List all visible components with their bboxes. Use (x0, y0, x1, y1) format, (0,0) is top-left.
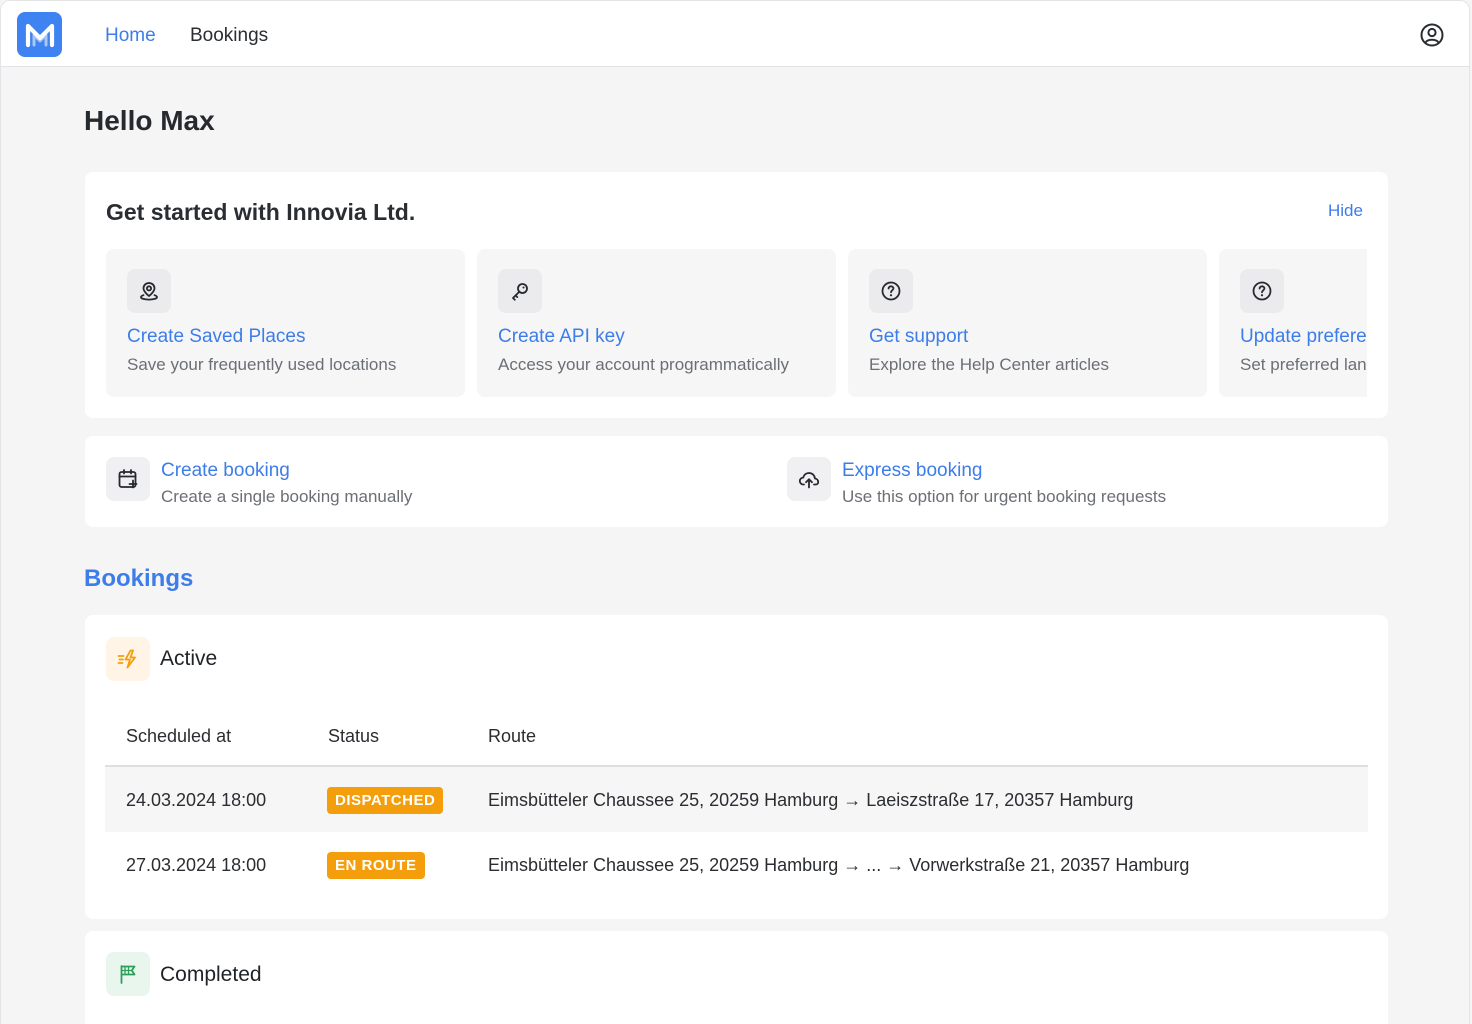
tile-create-api-key[interactable]: Create API key Access your account progr… (477, 249, 836, 397)
help-circle-icon (1240, 269, 1284, 313)
get-started-title: Get started with Innovia Ltd. (106, 199, 416, 225)
flag-icon (106, 952, 150, 996)
lightning-fast-icon (106, 637, 150, 681)
get-started-card: Get started with Innovia Ltd. Hide Creat… (85, 172, 1388, 418)
app-window: Home Bookings Hello Max Get started with… (0, 0, 1470, 1024)
active-bookings-card: Active Scheduled at Status Route 24.03.2… (85, 615, 1388, 919)
help-circle-icon (869, 269, 913, 313)
tile-title: Create API key (498, 326, 625, 347)
column-header-route[interactable]: Route (488, 726, 536, 747)
tile-description: Explore the Help Center articles (869, 355, 1110, 374)
quick-action-description: Use this option for urgent booking reque… (842, 487, 1167, 506)
nav-bookings-link[interactable]: Bookings (190, 25, 268, 47)
scheduled-cell: 27.03.2024 18:00 (126, 855, 267, 875)
route-cell: Eimsbütteler Chaussee 25, 20259 Hamburg … (488, 855, 1190, 875)
completed-bookings-card: Completed (85, 931, 1388, 1024)
key-icon (498, 269, 542, 313)
tile-description: Save your frequently used locations (127, 355, 397, 374)
logo-m-icon (25, 23, 54, 47)
quick-action-title: Create booking (161, 460, 290, 481)
tile-title: Update preferences (1240, 326, 1367, 347)
cloud-upload-icon (787, 457, 831, 501)
column-header-status[interactable]: Status (328, 726, 379, 747)
onboarding-tiles: Create Saved Places Save your frequently… (106, 249, 1367, 398)
status-badge: DISPATCHED (327, 787, 444, 814)
tile-get-support[interactable]: Get support Explore the Help Center arti… (848, 249, 1207, 397)
logo[interactable] (17, 12, 62, 57)
account-button[interactable] (1419, 22, 1445, 48)
completed-section-title: Completed (160, 963, 262, 986)
tile-title: Create Saved Places (127, 326, 306, 347)
bookings-section-heading[interactable]: Bookings (84, 564, 193, 594)
table-row[interactable]: 24.03.2024 18:00 DISPATCHED Eimsbütteler… (105, 767, 1368, 832)
user-circle-icon (1420, 23, 1444, 47)
tile-update-preferences[interactable]: Update preferences Set preferred languag… (1219, 249, 1367, 397)
route-cell: Eimsbütteler Chaussee 25, 20259 Hamburg … (488, 790, 1134, 810)
quick-action-description: Create a single booking manually (161, 487, 413, 506)
hide-button[interactable]: Hide (1328, 201, 1363, 221)
map-pin-icon (127, 269, 171, 313)
page-greeting: Hello Max (84, 105, 215, 136)
scheduled-cell: 24.03.2024 18:00 (126, 790, 267, 810)
calendar-plus-icon (106, 457, 150, 501)
status-badge: EN ROUTE (327, 852, 425, 879)
tile-description: Set preferred language (1240, 355, 1367, 374)
nav-home-link[interactable]: Home (105, 25, 156, 47)
tile-title: Get support (869, 326, 969, 347)
active-section-title: Active (160, 647, 218, 670)
top-navigation-bar: Home Bookings (1, 1, 1469, 67)
column-header-scheduled[interactable]: Scheduled at (126, 726, 231, 747)
tile-create-saved-places[interactable]: Create Saved Places Save your frequently… (106, 249, 465, 397)
quick-actions-card: Create booking Create a single booking m… (85, 436, 1388, 527)
express-booking-action[interactable]: Express booking Use this option for urge… (766, 436, 1406, 527)
tile-description: Access your account programmatically (498, 355, 790, 374)
table-row[interactable]: 27.03.2024 18:00 EN ROUTE Eimsbütteler C… (105, 832, 1368, 897)
create-booking-action[interactable]: Create booking Create a single booking m… (85, 436, 725, 527)
quick-action-title: Express booking (842, 460, 983, 481)
